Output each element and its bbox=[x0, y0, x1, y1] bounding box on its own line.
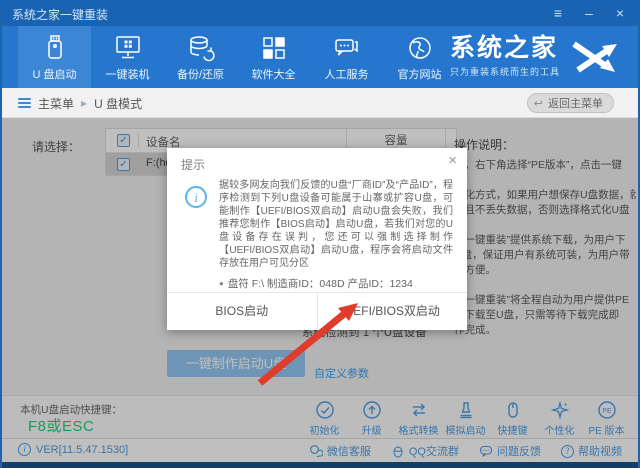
annotation-arrow bbox=[232, 295, 372, 395]
brand-logo: 系统之家 只为重装系统而生的工具 bbox=[450, 34, 622, 78]
close-icon[interactable]: × bbox=[612, 4, 628, 22]
brand-tagline: 只为重装系统而生的工具 bbox=[450, 65, 560, 78]
nav-label: 备份/还原 bbox=[177, 66, 224, 82]
nav-item-backup-restore[interactable]: 备份/还原 bbox=[164, 26, 237, 88]
brand-name: 系统之家 bbox=[450, 34, 560, 62]
menu-icon[interactable]: ≡ bbox=[550, 4, 566, 22]
app-window: 系统之家一键重装 ≡ – × U 盘启动 bbox=[0, 0, 640, 468]
list-icon bbox=[18, 98, 31, 108]
nav-label: 一键装机 bbox=[106, 66, 150, 82]
nav-item-official-site[interactable]: 官方网站 bbox=[383, 26, 456, 88]
nav-items: U 盘启动 一键装机 备份/还原 bbox=[18, 26, 456, 88]
nav-item-one-click-install[interactable]: 一键装机 bbox=[91, 26, 164, 88]
usb-drive-icon bbox=[40, 33, 70, 63]
service-chat-icon bbox=[332, 33, 362, 63]
breadcrumb: 主菜单 ▶ U 盘模式 bbox=[18, 88, 142, 118]
device-id-text: 盘符 F:\ 制造商ID：048D 产品ID：1234 bbox=[228, 278, 413, 290]
title-bar: 系统之家一键重装 ≡ – × bbox=[2, 0, 638, 26]
nav-label: 官方网站 bbox=[398, 66, 442, 82]
window-bottom-border bbox=[2, 462, 638, 468]
breadcrumb-root[interactable]: 主菜单 bbox=[38, 95, 74, 112]
window-title: 系统之家一键重装 bbox=[12, 6, 108, 23]
dialog-title: 提示 bbox=[181, 156, 205, 173]
nav-label: U 盘启动 bbox=[33, 66, 77, 82]
return-main-menu-button[interactable]: ↩ 返回主菜单 bbox=[527, 93, 614, 113]
return-arrow-icon: ↩ bbox=[534, 97, 543, 110]
nav-label: 软件大全 bbox=[252, 66, 296, 82]
install-monitor-icon bbox=[113, 33, 143, 63]
dialog-message: 据较多网友向我们反馈的U盘“厂商ID”及“产品ID”，程序检测到下列U盘设备可能… bbox=[219, 179, 453, 270]
minimize-icon[interactable]: – bbox=[581, 4, 597, 22]
window-controls: ≡ – × bbox=[550, 4, 628, 22]
nav-label: 人工服务 bbox=[325, 66, 369, 82]
device-id-bullet: ● 盘符 F:\ 制造商ID：048D 产品ID：1234 bbox=[219, 276, 413, 291]
breadcrumb-bar: 主菜单 ▶ U 盘模式 ↩ 返回主菜单 bbox=[2, 88, 638, 118]
breadcrumb-current: U 盘模式 bbox=[94, 95, 142, 112]
website-globe-icon bbox=[405, 33, 435, 63]
brand-swoosh-icon bbox=[566, 34, 622, 78]
backup-database-icon bbox=[186, 33, 216, 63]
info-icon: i bbox=[185, 186, 207, 208]
bullet-dot: ● bbox=[219, 279, 224, 288]
dialog-close-icon[interactable]: × bbox=[448, 152, 457, 169]
nav-item-usb-boot[interactable]: U 盘启动 bbox=[18, 26, 91, 88]
software-grid-icon bbox=[259, 33, 289, 63]
return-label: 返回主菜单 bbox=[548, 95, 603, 111]
top-nav: U 盘启动 一键装机 备份/还原 bbox=[2, 26, 638, 88]
nav-item-software[interactable]: 软件大全 bbox=[237, 26, 310, 88]
chevron-right-icon: ▶ bbox=[81, 99, 87, 108]
nav-item-manual-service[interactable]: 人工服务 bbox=[310, 26, 383, 88]
